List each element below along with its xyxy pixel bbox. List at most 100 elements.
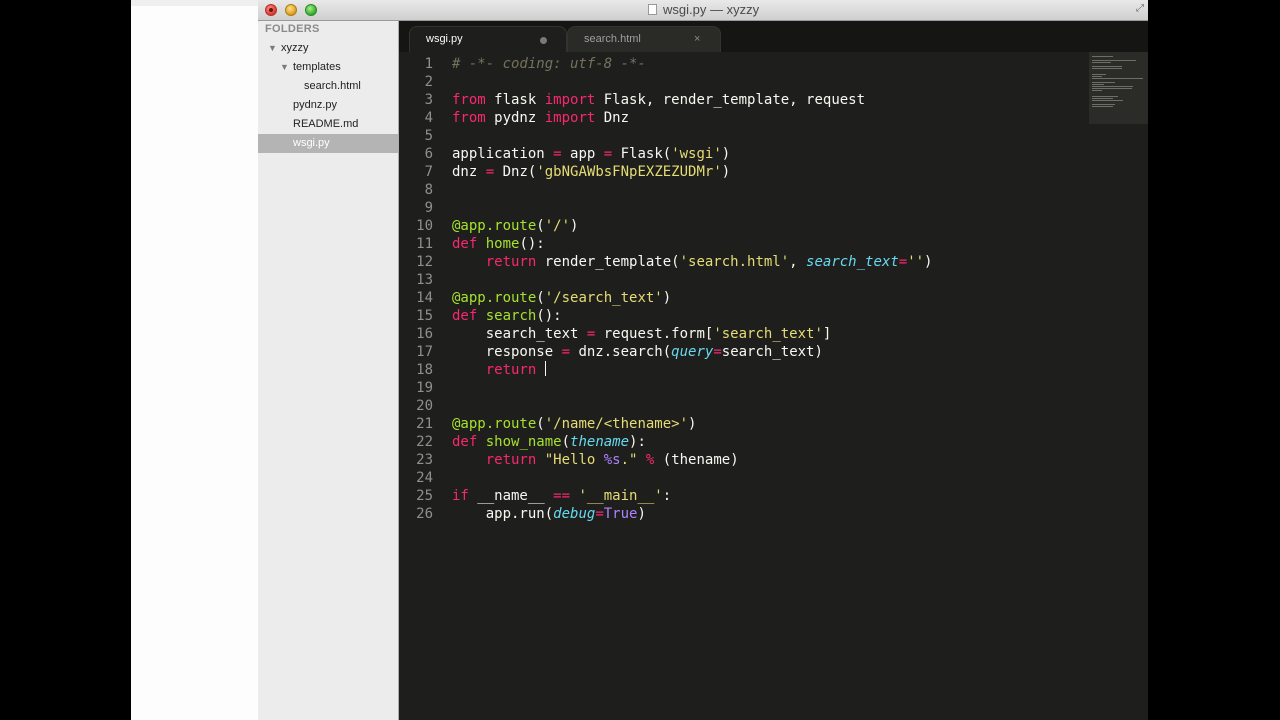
minimap-line [1092,56,1113,57]
line-number: 10 [416,218,433,234]
code-token: search [485,308,537,324]
code-line[interactable]: # -*- coding: utf-8 -*- [452,55,646,73]
code-line[interactable]: def search(): [452,307,562,325]
code-token: def [452,236,478,252]
tab-wsgi-py[interactable]: wsgi.py [409,26,567,53]
code-token: import [544,92,596,108]
line-number: 15 [416,308,433,324]
minimap-line [1092,78,1143,79]
code-token: '/search_text' [544,290,663,306]
code-token: '__main__' [578,488,663,504]
sidebar-item-pydnz-py[interactable]: pydnz.py [258,96,398,115]
code-token: pydnz [485,110,545,126]
code-line[interactable]: @app.route('/name/<thename>') [452,415,696,433]
code-line[interactable]: search_text = request.form['search_text'… [452,325,832,343]
minimap-line [1092,66,1122,67]
sidebar-item-label: wsgi.py [293,137,330,149]
close-tab-icon[interactable]: × [694,27,700,51]
code-line[interactable]: def show_name(thename): [452,433,646,451]
text-cursor [544,361,546,376]
line-number: 26 [416,506,433,522]
close-window-button[interactable] [265,4,277,16]
sidebar-item-wsgi-py[interactable]: wsgi.py [258,134,398,153]
minimap[interactable] [1089,52,1148,124]
code-token: == [553,488,571,504]
minimap-line [1092,60,1136,61]
code-token: __name__ [468,488,554,504]
code-token: from [452,110,486,126]
code-token: query [671,344,714,360]
minimize-window-button[interactable] [285,4,297,16]
code-line[interactable]: app.run(debug=True) [452,505,646,523]
code-token: @app.route [452,218,537,234]
sidebar-item-label: pydnz.py [293,99,338,111]
code-token: True [603,506,638,522]
code-line[interactable]: return [452,361,546,379]
line-number: 8 [424,182,433,198]
sidebar-item-search-html[interactable]: search.html [258,77,398,96]
minimap-line [1092,68,1122,69]
code-line[interactable]: if __name__ == '__main__': [452,487,671,505]
code-token: 'search.html' [679,254,790,270]
code-token: ( [536,290,545,306]
code-token: request.form[ [595,326,714,342]
code-token: = [553,146,562,162]
code-line[interactable]: def home(): [452,235,545,253]
line-number: 13 [416,272,433,288]
code-token: : [662,488,672,504]
code-token: debug [553,506,596,522]
code-token: search_text) [721,344,823,360]
sidebar-item-templates[interactable]: ▼ templates [258,58,398,77]
sidebar-item-readme-md[interactable]: README.md [258,115,398,134]
code-token: thename [570,434,630,450]
code-line[interactable]: from pydnz import Dnz [452,109,629,127]
code-line[interactable]: return render_template('search.html', se… [452,253,933,271]
code-token: Dnz [595,110,630,126]
line-number: 3 [424,92,433,108]
code-line[interactable]: @app.route('/search_text') [452,289,671,307]
document-icon [648,4,657,15]
code-token: search_text [806,254,899,270]
line-number: 14 [416,290,433,306]
code-line[interactable]: from flask import Flask, render_template… [452,91,865,109]
code-token: = [898,254,908,270]
line-number: 16 [416,326,433,342]
minimap-line [1092,86,1133,87]
tab-search-html[interactable]: search.html × [567,26,721,53]
line-number: 23 [416,452,433,468]
zoom-window-button[interactable] [305,4,317,16]
minimap-line [1092,104,1115,105]
code-line[interactable]: application = app = Flask('wsgi') [452,145,730,163]
title-bar[interactable]: wsgi.py — xyzzy ⤢ [258,0,1148,21]
line-number: 2 [424,74,433,90]
minimap-line [1092,76,1102,77]
disclosure-triangle-icon[interactable]: ▼ [268,39,277,58]
code-line[interactable]: return "Hello %s." % (thename) [452,451,739,469]
unsaved-dot-icon[interactable] [540,37,547,44]
code-token: = [595,506,604,522]
code-token: '/name/<thename>' [544,416,689,432]
code-token: '' [907,254,925,270]
code-line[interactable]: response = dnz.search(query=search_text) [452,343,823,361]
sidebar-item-label: README.md [293,118,359,130]
code-line[interactable]: @app.route('/') [452,217,578,235]
code-token: "Hello [544,452,604,468]
code-token: import [544,110,596,126]
sidebar-item-label: xyzzy [281,42,309,54]
fullscreen-icon[interactable]: ⤢ [1136,4,1146,14]
minimap-line [1092,82,1115,83]
code-token: if [452,488,469,504]
code-line[interactable]: dnz = Dnz('gbNGAWbsFNpEXZEZUDMr') [452,163,730,181]
code-token: @app.route [452,416,537,432]
code-token: %s [603,452,621,468]
line-number: 21 [416,416,433,432]
sidebar-item-xyzzy[interactable]: ▼ xyzzy [258,39,398,58]
disclosure-triangle-icon[interactable]: ▼ [280,58,289,77]
code-editor[interactable]: 1 2 3 4 5 6 7 8 9 10 11 12 13 14 15 16 17 18 19 20 21 22 23 24 2… [399,52,1089,720]
code-token: dnz [452,164,486,180]
